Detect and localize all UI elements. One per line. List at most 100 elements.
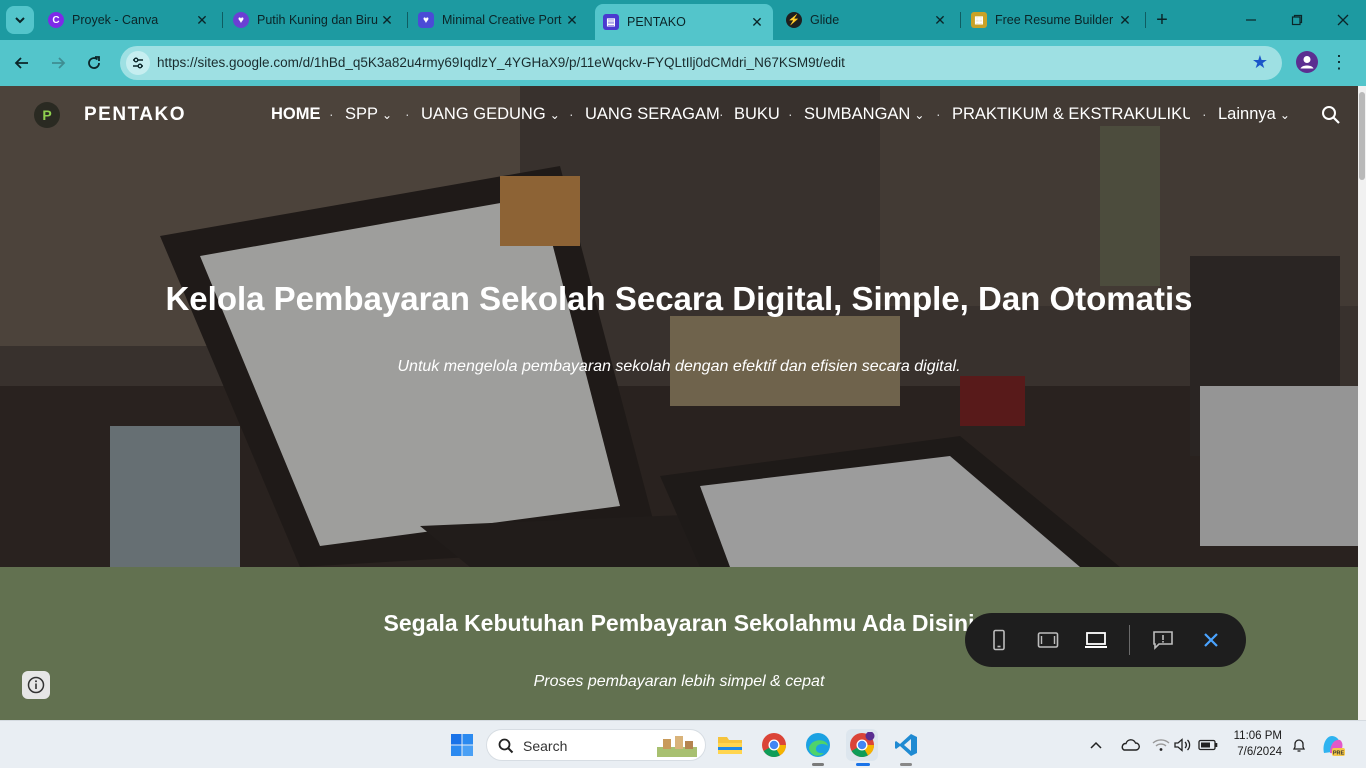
taskbar-search[interactable]: Search xyxy=(486,729,706,761)
nav-label: SUMBANGAN xyxy=(804,105,911,123)
nav-item-uang-seragam[interactable]: UANG SERAGAM xyxy=(585,105,720,124)
close-tab-icon[interactable]: ✕ xyxy=(749,14,765,30)
tab-title: Free Resume Builder xyxy=(995,13,1114,27)
site-logo[interactable]: P xyxy=(34,102,60,128)
svg-text:PRE: PRE xyxy=(1333,750,1345,756)
browser-tab-active[interactable]: ▤ PENTAKO ✕ xyxy=(595,4,773,40)
tab-divider xyxy=(407,12,408,28)
clock-time[interactable]: 11:06 PM xyxy=(1226,730,1282,742)
hero-overlay xyxy=(0,86,1358,567)
active-indicator xyxy=(856,763,870,766)
browser-tab[interactable]: C Proyek - Canva ✕ xyxy=(40,6,218,34)
vscode-icon[interactable] xyxy=(890,729,922,761)
copilot-icon[interactable]: PRE xyxy=(1318,729,1348,761)
browser-menu-icon[interactable]: ⋮ xyxy=(1330,50,1348,74)
nav-item-home[interactable]: HOME xyxy=(271,105,321,124)
nav-separator: · xyxy=(1202,106,1207,122)
chrome-icon[interactable] xyxy=(758,729,790,761)
info-button[interactable] xyxy=(22,671,50,699)
tablet-preview-button[interactable] xyxy=(1034,626,1062,654)
battery-icon[interactable] xyxy=(1194,729,1222,761)
search-highlight-icon xyxy=(657,736,697,757)
nav-separator: · xyxy=(788,106,793,122)
nav-item-spp[interactable]: SPP ⌄ xyxy=(345,105,392,124)
search-icon[interactable] xyxy=(1320,104,1342,126)
nav-item-buku[interactable]: BUKU xyxy=(734,105,780,124)
forward-icon[interactable] xyxy=(44,49,72,77)
chevron-down-icon xyxy=(15,17,25,24)
close-tab-icon[interactable]: ✕ xyxy=(564,12,580,28)
page-scrollbar[interactable] xyxy=(1358,86,1366,720)
close-tab-icon[interactable]: ✕ xyxy=(379,12,395,28)
nav-item-uang-gedung[interactable]: UANG GEDUNG ⌄ xyxy=(421,105,560,124)
tab-title: Glide xyxy=(810,13,840,27)
nav-separator: · xyxy=(936,106,941,122)
feedback-button[interactable] xyxy=(1149,626,1177,654)
back-icon[interactable] xyxy=(8,49,36,77)
running-indicator xyxy=(812,763,824,766)
reload-icon[interactable] xyxy=(80,49,108,77)
new-tab-icon[interactable]: + xyxy=(1150,8,1174,32)
browser-tab[interactable]: ♥ Putih Kuning dan Biru ✕ xyxy=(225,6,403,34)
canva-icon: C xyxy=(48,12,64,28)
nav-item-lainnya[interactable]: Lainnya ⌄ xyxy=(1218,105,1290,124)
nav-label: PRAKTIKUM & EKSTRAKULIKU... xyxy=(952,105,1190,123)
url-text[interactable]: https://sites.google.com/d/1hBd_q5K3a82u… xyxy=(157,55,845,70)
nav-separator: · xyxy=(329,106,334,122)
site-info-icon[interactable] xyxy=(126,51,150,75)
site-title[interactable]: PENTAKO xyxy=(84,104,186,126)
laptop-preview-button[interactable] xyxy=(1082,626,1110,654)
edge-icon[interactable] xyxy=(802,729,834,761)
browser-tab[interactable]: ▦ Free Resume Builder ✕ xyxy=(963,6,1141,34)
chevron-down-icon: ⌄ xyxy=(1279,107,1290,122)
browser-tab-strip: C Proyek - Canva ✕ ♥ Putih Kuning dan Bi… xyxy=(0,0,1366,40)
onedrive-icon[interactable] xyxy=(1116,729,1144,761)
tab-divider xyxy=(222,12,223,28)
hero-title: Kelola Pembayaran Sekolah Secara Digital… xyxy=(165,280,1193,317)
phone-preview-button[interactable] xyxy=(985,626,1013,654)
volume-icon[interactable] xyxy=(1170,729,1196,761)
hero-section: P PENTAKO HOME · SPP ⌄ · UANG GEDUNG ⌄ · U… xyxy=(0,86,1358,567)
nav-item-praktikum[interactable]: PRAKTIKUM & EKSTRAKULIKU... xyxy=(952,105,1190,124)
close-tab-icon[interactable]: ✕ xyxy=(1117,12,1133,28)
chrome-profile-icon[interactable] xyxy=(846,729,878,761)
chevron-up-icon[interactable] xyxy=(1082,729,1110,761)
google-sites-icon: ▤ xyxy=(603,14,619,30)
preview-toolbar xyxy=(965,613,1246,667)
address-bar[interactable]: https://sites.google.com/d/1hBd_q5K3a82u… xyxy=(120,46,1282,80)
tablet-preview-icon xyxy=(1037,632,1059,648)
browser-tab[interactable]: ⚡ Glide ✕ xyxy=(778,6,956,34)
nav-label: Lainnya xyxy=(1218,105,1276,123)
nav-label: SPP xyxy=(345,105,379,123)
file-explorer-icon[interactable] xyxy=(714,729,746,761)
close-tab-icon[interactable]: ✕ xyxy=(194,12,210,28)
nav-item-sumbangan[interactable]: SUMBANGAN ⌄ xyxy=(804,105,924,124)
notification-icon[interactable] xyxy=(1286,729,1312,761)
chevron-down-icon: ⌄ xyxy=(549,107,560,122)
tab-divider xyxy=(960,12,961,28)
laptop-preview-icon xyxy=(1085,632,1107,648)
close-tab-icon[interactable]: ✕ xyxy=(932,12,948,28)
toolbar-divider xyxy=(1129,625,1130,655)
browser-tab[interactable]: ♥ Minimal Creative Port ✕ xyxy=(410,6,588,34)
close-window-icon[interactable] xyxy=(1320,0,1366,40)
nav-separator: · xyxy=(569,106,574,122)
chevron-down-icon: ⌄ xyxy=(914,107,925,122)
windows-start-icon[interactable] xyxy=(446,729,478,761)
tab-title: Minimal Creative Port xyxy=(442,13,562,27)
tab-search-button[interactable] xyxy=(6,6,34,34)
minimize-icon[interactable] xyxy=(1228,0,1274,40)
tab-divider xyxy=(1145,12,1146,28)
nav-label: UANG SERAGAM xyxy=(585,105,720,123)
heart-icon: ♥ xyxy=(233,12,249,28)
tab-title: Proyek - Canva xyxy=(72,13,159,27)
nav-separator: · xyxy=(405,106,410,122)
scrollbar-thumb[interactable] xyxy=(1359,92,1365,180)
clock-date[interactable]: 7/6/2024 xyxy=(1226,746,1282,758)
restore-icon[interactable] xyxy=(1274,0,1320,40)
bookmark-star-icon[interactable]: ★ xyxy=(1252,52,1268,73)
section-subtitle: Proses pembayaran lebih simpel & cepat xyxy=(533,673,825,690)
close-preview-button[interactable] xyxy=(1197,626,1225,654)
windows-taskbar: Search 11:06 PM 7/6/2024 PRE xyxy=(0,720,1366,768)
profile-avatar[interactable] xyxy=(1296,51,1318,73)
